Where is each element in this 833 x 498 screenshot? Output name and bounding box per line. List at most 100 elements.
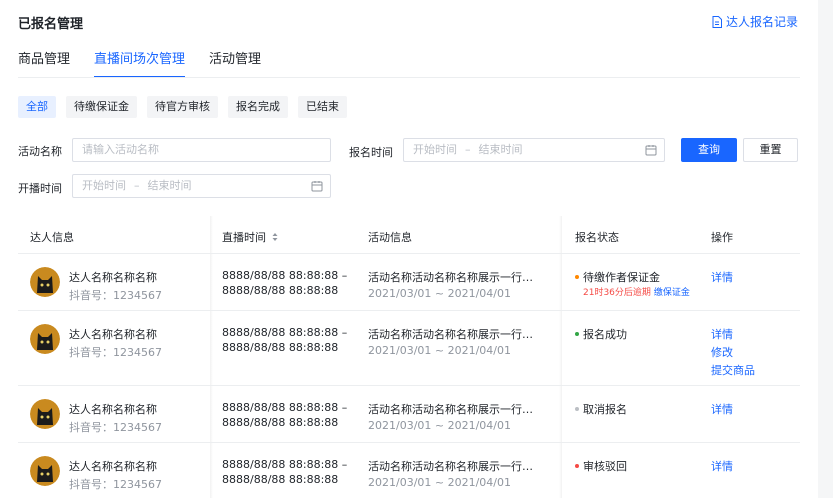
cat-avatar-icon: [30, 324, 60, 354]
detail-link[interactable]: 详情: [711, 269, 733, 285]
page: 已报名管理 达人报名记录 商品管理 直播间场次管理 活动管理 全部 待缴保证金 …: [0, 0, 818, 498]
signup-start-placeholder: 开始时间: [413, 143, 457, 156]
live-time-start: 8888/88/88 88:88:88 –: [222, 458, 348, 471]
status-dot: [575, 275, 579, 279]
tab-bar: 商品管理 直播间场次管理 活动管理: [18, 48, 285, 78]
status-text: 审核驳回: [583, 460, 627, 473]
page-title: 已报名管理: [18, 17, 84, 32]
filter-chip-ended[interactable]: 已结束: [298, 96, 347, 118]
column-actions: 操作: [711, 231, 733, 244]
status-text: 取消报名: [583, 403, 627, 416]
influencer-record-link[interactable]: 达人报名记录: [712, 13, 798, 30]
table-row: 达人名称名称名称 抖音号：1234567 8888/88/88 88:88:88…: [18, 386, 800, 443]
signup-time-label: 报名时间: [349, 146, 393, 159]
reset-button[interactable]: 重置: [743, 138, 798, 162]
live-end-placeholder: 结束时间: [147, 179, 192, 192]
table-row: 达人名称名称名称 抖音号：1234567 8888/88/88 88:88:88…: [18, 443, 800, 498]
activity-date: 2021/03/01 ~ 2021/04/01: [368, 476, 512, 489]
live-time-start: 8888/88/88 88:88:88 –: [222, 326, 348, 339]
detail-link[interactable]: 详情: [711, 401, 733, 417]
douyin-id: 抖音号：1234567: [69, 289, 162, 302]
status-dot: [575, 464, 579, 468]
filter-chip-completed[interactable]: 报名完成: [228, 96, 288, 118]
cat-avatar-icon: [30, 267, 60, 297]
query-button[interactable]: 查询: [681, 138, 737, 162]
document-icon: [712, 15, 722, 28]
status-text: 待缴作者保证金: [583, 271, 660, 284]
status-text: 报名成功: [583, 328, 627, 341]
cat-avatar-icon: [30, 399, 60, 429]
live-time-end: 8888/88/88 88:88:88: [222, 341, 339, 354]
signup-status: 取消报名: [575, 401, 627, 417]
avatar: [30, 456, 60, 486]
avatar: [30, 267, 60, 297]
signup-table: 达人信息 直播时间 活动信息 报名状态 操作 达人名称名称名称 抖音号：1234…: [18, 216, 800, 498]
tab-activity-management[interactable]: 活动管理: [209, 48, 261, 78]
tab-live-session-management[interactable]: 直播间场次管理: [94, 48, 186, 78]
overdue-countdown: 21时36分后逾期: [583, 288, 651, 298]
activity-date: 2021/03/01 ~ 2021/04/01: [368, 344, 512, 357]
status-dot: [575, 332, 579, 336]
deposit-note: 21时36分后逾期 缴保证金: [583, 285, 690, 298]
filter-chip-all[interactable]: 全部: [18, 96, 56, 118]
filter-chip-pending-review[interactable]: 待官方审核: [147, 96, 218, 118]
live-time: 8888/88/88 88:88:88 – 8888/88/88 88:88:8…: [222, 268, 347, 298]
status-dot: [575, 407, 579, 411]
table-header: 达人信息 直播时间 活动信息 报名状态 操作: [18, 216, 800, 254]
tab-product-management[interactable]: 商品管理: [18, 48, 70, 78]
submit-product-link[interactable]: 提交商品: [711, 362, 755, 378]
column-influencer: 达人信息: [30, 231, 74, 244]
activity-date: 2021/03/01 ~ 2021/04/01: [368, 419, 512, 432]
activity-name-input[interactable]: 请输入活动名称: [72, 138, 331, 162]
live-time-end: 8888/88/88 88:88:88: [222, 284, 339, 297]
activity-date: 2021/03/01 ~ 2021/04/01: [368, 287, 512, 300]
influencer-record-label: 达人报名记录: [725, 15, 798, 29]
range-separator: –: [134, 179, 140, 192]
tab-divider: [18, 77, 800, 78]
edit-link[interactable]: 修改: [711, 344, 733, 360]
live-time-end: 8888/88/88 88:88:88: [222, 473, 339, 486]
range-separator: –: [465, 143, 471, 156]
status-filter-chips: 全部 待缴保证金 待官方审核 报名完成 已结束: [18, 96, 357, 118]
sort-icon[interactable]: [271, 232, 279, 242]
calendar-icon: [645, 145, 657, 156]
live-start-placeholder: 开始时间: [82, 179, 126, 192]
signup-status: 审核驳回: [575, 458, 627, 474]
column-live-time-label: 直播时间: [222, 231, 266, 244]
table-row: 达人名称名称名称 抖音号：1234567 8888/88/88 88:88:88…: [18, 311, 800, 386]
cat-avatar-icon: [30, 456, 60, 486]
scroll-gutter: [818, 0, 833, 498]
douyin-id: 抖音号：1234567: [69, 346, 162, 359]
influencer-name: 达人名称名称名称: [69, 403, 157, 416]
detail-link[interactable]: 详情: [711, 326, 733, 342]
signup-status: 报名成功: [575, 326, 627, 342]
live-time-range-picker[interactable]: 开始时间 – 结束时间: [72, 174, 331, 198]
activity-name: 活动名称活动名称名称展示一行…: [368, 328, 533, 341]
column-live-time[interactable]: 直播时间: [222, 229, 279, 245]
douyin-id: 抖音号：1234567: [69, 421, 162, 434]
live-time-start: 8888/88/88 88:88:88 –: [222, 401, 348, 414]
activity-name: 活动名称活动名称名称展示一行…: [368, 460, 533, 473]
influencer-name: 达人名称名称名称: [69, 460, 157, 473]
influencer-name: 达人名称名称名称: [69, 328, 157, 341]
signup-status: 待缴作者保证金: [575, 269, 660, 285]
table-row: 达人名称名称名称 抖音号：1234567 8888/88/88 88:88:88…: [18, 254, 800, 311]
live-time-label: 开播时间: [18, 182, 62, 195]
activity-name: 活动名称活动名称名称展示一行…: [368, 403, 533, 416]
filter-chip-pending-deposit[interactable]: 待缴保证金: [66, 96, 137, 118]
column-status: 报名状态: [575, 231, 619, 244]
activity-name-placeholder: 请输入活动名称: [82, 143, 159, 156]
avatar: [30, 399, 60, 429]
detail-link[interactable]: 详情: [711, 458, 733, 474]
column-activity: 活动信息: [368, 231, 412, 244]
influencer-name: 达人名称名称名称: [69, 271, 157, 284]
live-time-end: 8888/88/88 88:88:88: [222, 416, 339, 429]
activity-name-label: 活动名称: [18, 145, 62, 158]
live-time: 8888/88/88 88:88:88 – 8888/88/88 88:88:8…: [222, 400, 347, 430]
live-time: 8888/88/88 88:88:88 – 8888/88/88 88:88:8…: [222, 325, 347, 355]
signup-time-range-picker[interactable]: 开始时间 – 结束时间: [403, 138, 665, 162]
pay-deposit-link[interactable]: 缴保证金: [654, 285, 690, 298]
douyin-id: 抖音号：1234567: [69, 478, 162, 491]
avatar: [30, 324, 60, 354]
calendar-icon: [311, 181, 323, 192]
